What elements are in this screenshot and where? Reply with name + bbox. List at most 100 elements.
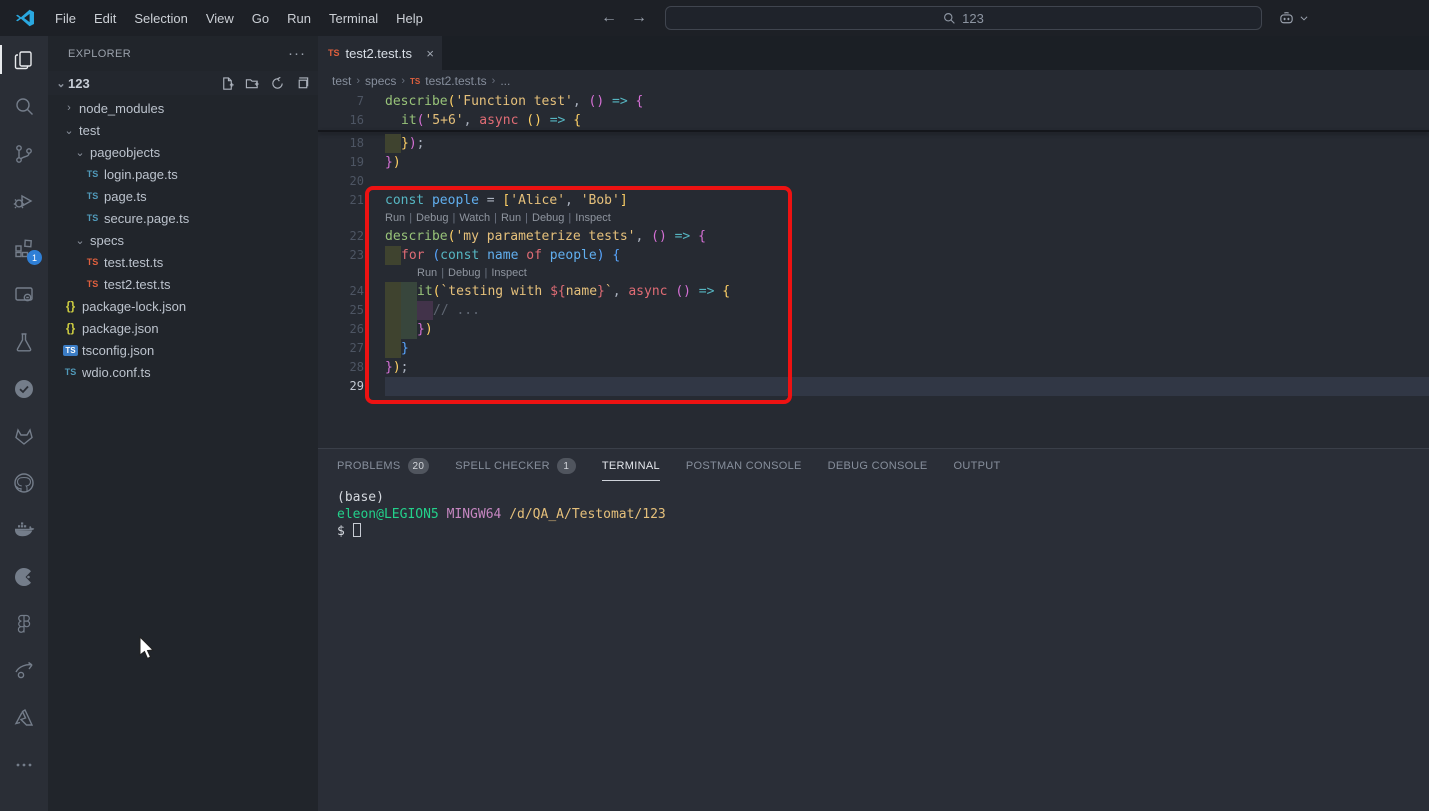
- code-line-content[interactable]: [385, 377, 1429, 396]
- codelens-content: Run|Debug|Inspect: [385, 265, 527, 282]
- indent-guide-highlight: [385, 339, 401, 358]
- code-editor[interactable]: 7describe('Function test', () => {16it('…: [318, 92, 1429, 448]
- breadcrumb-item[interactable]: test2.test.ts: [425, 74, 486, 88]
- tree-item-node-modules[interactable]: ›node_modules: [48, 97, 318, 119]
- code-line-content[interactable]: // ...: [385, 301, 480, 320]
- panel-tab-postman-console[interactable]: POSTMAN CONSOLE: [686, 449, 802, 481]
- menu-help[interactable]: Help: [387, 7, 432, 30]
- code-line-content[interactable]: }): [385, 153, 401, 172]
- menu-terminal[interactable]: Terminal: [320, 7, 387, 30]
- command-center-search[interactable]: 123: [665, 6, 1262, 30]
- code-token: (: [433, 282, 441, 301]
- workspace-section-header[interactable]: ⌄ 123: [48, 71, 318, 95]
- tree-item-package-json[interactable]: {}package.json: [48, 317, 318, 339]
- codelens-link-watch[interactable]: Watch: [459, 212, 490, 224]
- codelens-link-inspect[interactable]: Inspect: [575, 212, 610, 224]
- code-token: [542, 246, 550, 265]
- tree-item-login-page-ts[interactable]: TSlogin.page.ts: [48, 163, 318, 185]
- code-line-content[interactable]: describe('my parameterize tests', () => …: [385, 227, 706, 246]
- menu-go[interactable]: Go: [243, 7, 278, 30]
- menu-selection[interactable]: Selection: [125, 7, 196, 30]
- activity-remote-explorer-icon[interactable]: [0, 271, 48, 318]
- breadcrumb-item[interactable]: ...: [500, 74, 510, 88]
- menu-file[interactable]: File: [46, 7, 85, 30]
- panel-tab-debug-console[interactable]: DEBUG CONSOLE: [828, 449, 928, 481]
- code-line-29: 29: [318, 377, 1429, 396]
- code-line-content[interactable]: const people = ['Alice', 'Bob']: [385, 191, 628, 210]
- panel-tab-spell-checker[interactable]: SPELL CHECKER1: [455, 449, 576, 481]
- new-folder-icon[interactable]: [245, 76, 260, 91]
- breadcrumb-item[interactable]: test: [332, 74, 351, 88]
- activity-explorer-icon[interactable]: [0, 36, 48, 83]
- code-line-content[interactable]: describe('Function test', () => {: [385, 92, 643, 111]
- code-line-content[interactable]: it(`testing with ${name}`, async () => {: [385, 282, 730, 301]
- activity-search-icon[interactable]: [0, 83, 48, 130]
- codelens-separator: |: [521, 212, 532, 224]
- search-icon: [943, 12, 956, 25]
- menu-view[interactable]: View: [197, 7, 243, 30]
- tree-item-pageobjects[interactable]: ⌄pageobjects: [48, 141, 318, 163]
- code-token: [479, 246, 487, 265]
- tree-item-test2-test-ts[interactable]: TStest2.test.ts: [48, 273, 318, 295]
- activity-gitlab-icon[interactable]: [0, 412, 48, 459]
- panel-tab-output[interactable]: OUTPUT: [954, 449, 1001, 481]
- nav-back-button[interactable]: ←: [601, 9, 617, 27]
- activity-more-icon[interactable]: [0, 741, 48, 788]
- menu-run[interactable]: Run: [278, 7, 320, 30]
- activity-codestream-icon[interactable]: [0, 553, 48, 600]
- refresh-icon[interactable]: [270, 76, 285, 91]
- codelens-link-debug[interactable]: Debug: [416, 212, 448, 224]
- code-line-19: 19}): [318, 153, 1429, 172]
- code-line-content[interactable]: for (const name of people) {: [385, 246, 620, 265]
- tree-item-label: login.page.ts: [104, 167, 178, 182]
- tab-test2-test-ts[interactable]: TS test2.test.ts ×: [318, 36, 442, 70]
- tree-item-test-test-ts[interactable]: TStest.test.ts: [48, 251, 318, 273]
- activity-figma-icon[interactable]: [0, 600, 48, 647]
- activity-github-icon[interactable]: [0, 459, 48, 506]
- breadcrumb-item[interactable]: specs: [365, 74, 396, 88]
- tree-item-page-ts[interactable]: TSpage.ts: [48, 185, 318, 207]
- panel-tab-terminal[interactable]: TERMINAL: [602, 449, 660, 481]
- code-line-content[interactable]: });: [385, 358, 408, 377]
- panel-tab-problems[interactable]: PROBLEMS20: [337, 449, 429, 481]
- code-token: 'Alice': [510, 191, 565, 210]
- activity-testing-icon[interactable]: [0, 318, 48, 365]
- collapse-all-icon[interactable]: [295, 76, 310, 91]
- code-token: (: [417, 111, 425, 130]
- code-line-content[interactable]: });: [385, 134, 424, 153]
- activity-extensions-icon[interactable]: 1: [0, 224, 48, 271]
- codelens-link-inspect[interactable]: Inspect: [491, 267, 526, 279]
- code-line-content[interactable]: it('5+6', async () => {: [385, 111, 581, 130]
- codelens-link-run[interactable]: Run: [417, 267, 437, 279]
- activity-docker-icon[interactable]: [0, 506, 48, 553]
- codelens-link-run[interactable]: Run: [385, 212, 405, 224]
- tree-item-specs[interactable]: ⌄specs: [48, 229, 318, 251]
- code-token: people: [550, 246, 597, 265]
- terminal[interactable]: (base)eleon@LEGION5 MINGW64 /d/QA_A/Test…: [318, 481, 1429, 811]
- menu-edit[interactable]: Edit: [85, 7, 125, 30]
- tree-item-label: specs: [90, 233, 124, 248]
- nav-forward-button[interactable]: →: [631, 9, 647, 27]
- activity-source-control-icon[interactable]: [0, 130, 48, 177]
- tree-item-tsconfig-json[interactable]: TStsconfig.json: [48, 339, 318, 361]
- activity-run-and-debug-icon[interactable]: [0, 177, 48, 224]
- activity-azure-icon[interactable]: [0, 694, 48, 741]
- codelens-link-run[interactable]: Run: [501, 212, 521, 224]
- code-token: ;: [401, 358, 409, 377]
- copilot-menu[interactable]: [1278, 10, 1309, 27]
- activity-check-icon[interactable]: [0, 365, 48, 412]
- explorer-more-actions-button[interactable]: ···: [288, 45, 306, 62]
- codelens-link-debug[interactable]: Debug: [448, 267, 480, 279]
- code-line-content[interactable]: }): [385, 320, 433, 339]
- tree-item-wdio-conf-ts[interactable]: TSwdio.conf.ts: [48, 361, 318, 383]
- new-file-icon[interactable]: [220, 76, 235, 91]
- chevron-right-icon: ›: [62, 102, 76, 114]
- tree-item-package-lock-json[interactable]: {}package-lock.json: [48, 295, 318, 317]
- tree-item-secure-page-ts[interactable]: TSsecure.page.ts: [48, 207, 318, 229]
- activity-deploy-icon[interactable]: [0, 647, 48, 694]
- codelens-link-debug[interactable]: Debug: [532, 212, 564, 224]
- tree-item-test[interactable]: ⌄test: [48, 119, 318, 141]
- line-number: 18: [318, 134, 364, 153]
- code-line-content[interactable]: }: [385, 339, 409, 358]
- tab-close-icon[interactable]: ×: [426, 46, 434, 61]
